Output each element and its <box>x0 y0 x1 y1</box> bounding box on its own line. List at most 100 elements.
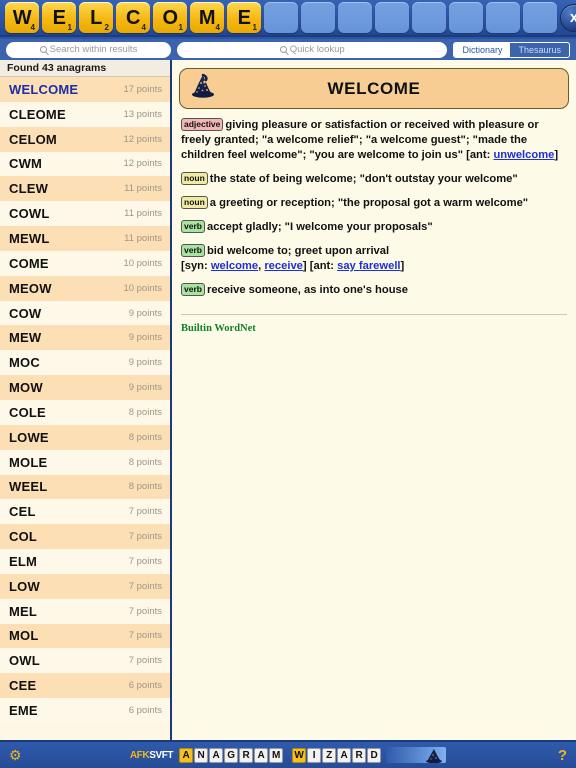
word-score: 10 points <box>123 282 162 294</box>
table-row[interactable]: MOL 7 points <box>0 623 170 649</box>
brand-hat-icon <box>386 747 447 763</box>
letter-tile-w-0[interactable]: W4 <box>5 2 39 33</box>
table-row[interactable]: EME 6 points <box>0 698 170 723</box>
empty-tile-slot-6[interactable] <box>486 2 520 33</box>
empty-tile-slot-5[interactable] <box>449 2 483 33</box>
tab-thesaurus[interactable]: Thesaurus <box>510 43 569 57</box>
letter-tile-c-3[interactable]: C4 <box>116 2 150 33</box>
table-row[interactable]: OWL 7 points <box>0 648 170 674</box>
dictionary-thesaurus-toggle[interactable]: Dictionary Thesaurus <box>453 41 570 58</box>
letter-tile-m-5[interactable]: M4 <box>190 2 224 33</box>
brand-tile-d: D <box>367 747 382 763</box>
table-row[interactable]: WELCOME 17 points <box>0 77 170 102</box>
word-label: WELCOME <box>9 81 79 97</box>
tile-letter: E <box>237 6 251 29</box>
empty-tile-slot-1[interactable] <box>301 2 335 33</box>
brand-word-wizard: WIZARD <box>292 747 382 763</box>
word-label: COWL <box>9 206 50 222</box>
brand-word-anagram: ANAGRAM <box>179 747 284 763</box>
word-score: 8 points <box>128 481 162 493</box>
table-row[interactable]: MEW 9 points <box>0 325 170 351</box>
table-row[interactable]: ELM 7 points <box>0 549 170 574</box>
table-row[interactable]: COL 7 points <box>0 524 170 550</box>
table-row[interactable]: COME 10 points <box>0 250 170 276</box>
definition-senses: adjective giving pleasure or satisfaction… <box>179 118 569 298</box>
vendor-logo-part-two: SVFT <box>149 749 174 761</box>
word-label: COL <box>9 529 38 545</box>
table-row[interactable]: MOLE 8 points <box>0 449 170 475</box>
table-row[interactable]: COW 9 points <box>0 300 170 326</box>
empty-tile-slot-2[interactable] <box>338 2 372 33</box>
word-score: 6 points <box>128 705 162 717</box>
definition-link[interactable]: unwelcome <box>493 149 554 161</box>
vendor-logo: AFKSVFT <box>129 749 174 761</box>
word-score: 7 points <box>128 605 162 617</box>
table-row[interactable]: MOC 9 points <box>0 350 170 376</box>
brand-tile-w: W <box>292 747 307 763</box>
letter-tile-e-1[interactable]: E1 <box>42 2 76 33</box>
definition-link[interactable]: say farewell <box>337 260 400 272</box>
word-score: 17 points <box>123 83 162 95</box>
word-label: MOC <box>9 355 40 371</box>
table-row[interactable]: LOW 7 points <box>0 573 170 599</box>
part-of-speech-badge: verb <box>181 283 205 296</box>
definition-sense: verb accept gladly; "I welcome your propo… <box>181 220 569 235</box>
help-button[interactable]: ? <box>558 748 567 763</box>
table-row[interactable]: COWL 11 points <box>0 201 170 227</box>
word-score: 10 points <box>123 257 162 269</box>
table-row[interactable]: CLEW 11 points <box>0 176 170 202</box>
table-row[interactable]: MEWL 11 points <box>0 226 170 251</box>
word-label: CLEOME <box>9 106 66 122</box>
word-label: MOW <box>9 380 43 396</box>
word-label: MOLE <box>9 454 48 470</box>
word-score: 7 points <box>128 555 162 567</box>
tile-letter: O <box>162 6 178 29</box>
letter-tile-o-4[interactable]: O1 <box>153 2 187 33</box>
letter-tile-e-6[interactable]: E1 <box>227 2 261 33</box>
definition-link[interactable]: receive <box>264 260 303 272</box>
quick-lookup-input[interactable]: Quick lookup <box>177 41 448 58</box>
table-row[interactable]: CEE 6 points <box>0 673 170 699</box>
search-within-results-input[interactable]: Search within results <box>6 41 171 58</box>
word-score: 7 points <box>128 655 162 667</box>
part-of-speech-badge: noun <box>181 196 208 209</box>
definition-sense: verb receive someone, as into one's house <box>181 283 569 298</box>
search-within-results-placeholder: Search within results <box>49 44 138 55</box>
table-row[interactable]: CEL 7 points <box>0 499 170 525</box>
table-row[interactable]: CLEOME 13 points <box>0 101 170 127</box>
table-row[interactable]: MEOW 10 points <box>0 275 170 301</box>
app-brand: AFKSVFT ANAGRAM WIZARD <box>0 747 576 763</box>
quick-lookup-placeholder: Quick lookup <box>289 44 345 55</box>
table-row[interactable]: WEEL 8 points <box>0 474 170 500</box>
vendor-logo-part-one: AFK <box>129 749 150 761</box>
empty-tile-slot-4[interactable] <box>412 2 446 33</box>
word-score: 8 points <box>128 456 162 468</box>
close-icon[interactable]: x <box>560 3 576 32</box>
brand-tile-z: Z <box>322 747 337 763</box>
empty-tile-slot-0[interactable] <box>264 2 298 33</box>
definition-link[interactable]: welcome <box>211 260 258 272</box>
gear-icon[interactable]: ⚙ <box>9 748 22 762</box>
table-row[interactable]: COLE 8 points <box>0 399 170 425</box>
word-score: 7 points <box>128 580 162 592</box>
brand-tile-i: I <box>307 747 322 763</box>
brand-tile-m: M <box>269 747 284 763</box>
letter-tile-l-2[interactable]: L2 <box>79 2 113 33</box>
anagram-word-list[interactable]: WELCOME 17 points CLEOME 13 points CELOM 12 p… <box>0 77 170 740</box>
bottom-toolbar: ⚙ AFKSVFT ANAGRAM WIZARD ? <box>0 740 576 768</box>
word-label: MOL <box>9 628 39 644</box>
results-count-header: Found 43 anagrams <box>0 60 170 77</box>
empty-tile-slot-7[interactable] <box>523 2 557 33</box>
table-row[interactable]: MEL 7 points <box>0 598 170 624</box>
table-row[interactable]: CWM 12 points <box>0 151 170 177</box>
table-row[interactable]: MOW 9 points <box>0 375 170 400</box>
tab-dictionary[interactable]: Dictionary <box>454 42 511 57</box>
word-score: 9 points <box>128 357 162 369</box>
table-row[interactable]: CELOM 12 points <box>0 126 170 152</box>
word-score: 11 points <box>124 208 162 220</box>
word-label: LOW <box>9 578 40 594</box>
empty-tile-slot-3[interactable] <box>375 2 409 33</box>
table-row[interactable]: LOWE 8 points <box>0 424 170 450</box>
search-icon <box>39 46 47 53</box>
word-score: 9 points <box>128 382 162 394</box>
